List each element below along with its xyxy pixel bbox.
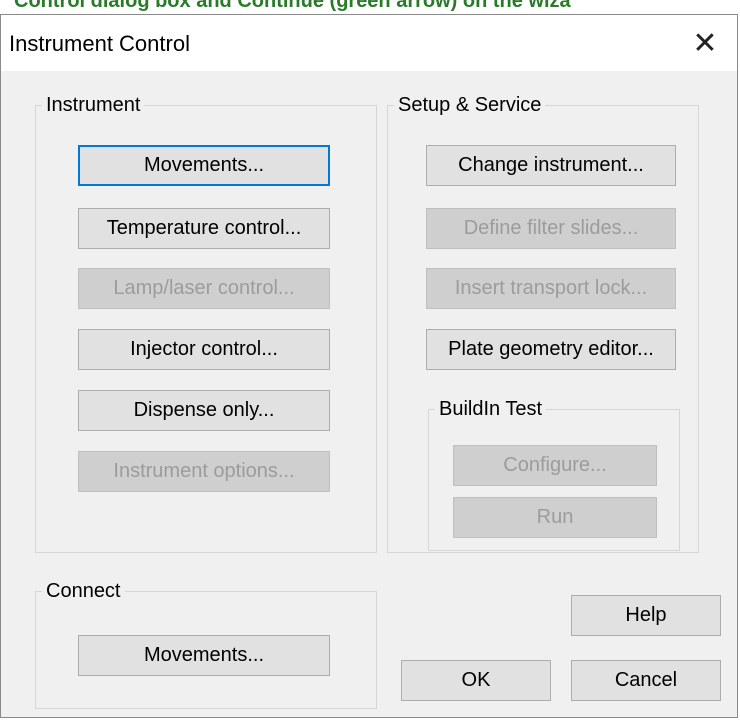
cancel-button[interactable]: Cancel bbox=[571, 660, 721, 701]
caption-text: Control dialog box and Continue (green a… bbox=[14, 0, 571, 12]
configure-button[interactable]: Configure... bbox=[453, 445, 657, 486]
plate-geometry-editor-button[interactable]: Plate geometry editor... bbox=[426, 329, 676, 370]
setup-service-group-label: Setup & Service bbox=[394, 93, 546, 117]
run-button[interactable]: Run bbox=[453, 497, 657, 538]
close-button[interactable]: ✕ bbox=[673, 15, 737, 71]
ok-button[interactable]: OK bbox=[401, 660, 551, 701]
define-filter-slides-button[interactable]: Define filter slides... bbox=[426, 208, 676, 249]
connect-group: Connect Movements... bbox=[35, 579, 377, 709]
cropped-caption: Control dialog box and Continue (green a… bbox=[0, 0, 740, 14]
insert-transport-lock-button[interactable]: Insert transport lock... bbox=[426, 268, 676, 309]
instrument-group-label: Instrument bbox=[42, 93, 145, 117]
builtin-test-group: BuildIn Test Configure... Run bbox=[428, 397, 680, 551]
instrument-control-dialog: Instrument Control ✕ Instrument Movement… bbox=[0, 14, 738, 718]
injector-control-button[interactable]: Injector control... bbox=[78, 329, 330, 370]
help-button[interactable]: Help bbox=[571, 595, 721, 636]
movements-button[interactable]: Movements... bbox=[78, 145, 330, 186]
connect-group-label: Connect bbox=[42, 579, 125, 603]
dispense-only-button[interactable]: Dispense only... bbox=[78, 390, 330, 431]
instrument-options-button[interactable]: Instrument options... bbox=[78, 451, 330, 492]
builtin-test-group-label: BuildIn Test bbox=[435, 397, 547, 421]
connect-movements-button[interactable]: Movements... bbox=[78, 635, 330, 676]
dialog-title: Instrument Control bbox=[9, 31, 190, 56]
change-instrument-button[interactable]: Change instrument... bbox=[426, 145, 676, 186]
title-bar: Instrument Control ✕ bbox=[1, 15, 737, 71]
setup-service-group: Setup & Service Change instrument... Def… bbox=[387, 93, 699, 553]
instrument-group: Instrument Movements... Temperature cont… bbox=[35, 93, 377, 553]
temperature-control-button[interactable]: Temperature control... bbox=[78, 208, 330, 249]
lamp-laser-control-button[interactable]: Lamp/laser control... bbox=[78, 268, 330, 309]
close-icon: ✕ bbox=[692, 26, 718, 60]
